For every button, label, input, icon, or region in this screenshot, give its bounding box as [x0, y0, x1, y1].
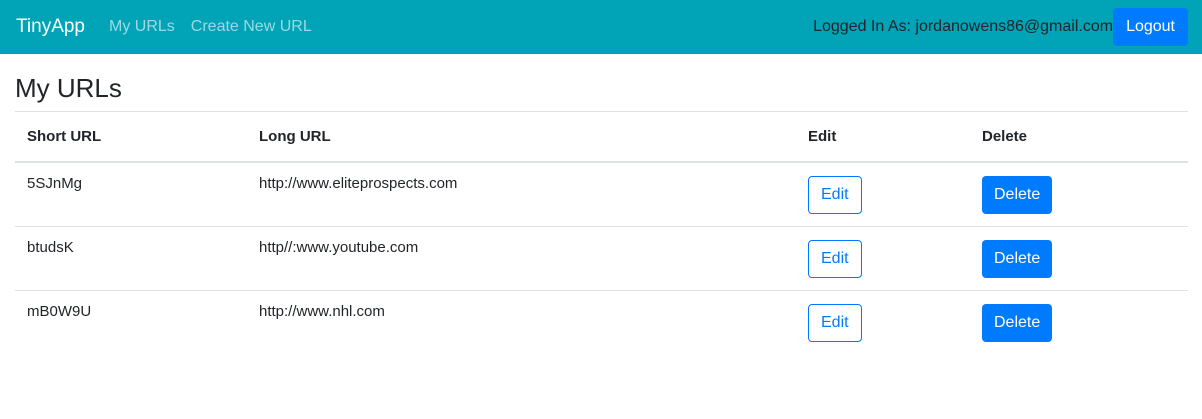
header-short-url: Short URL [15, 111, 247, 163]
long-url: http//:www.youtube.com [247, 225, 796, 290]
table-row: mB0W9U http://www.nhl.com Edit Delete [15, 289, 1188, 354]
delete-button[interactable]: Delete [982, 239, 1053, 278]
long-url: http://www.eliteprospects.com [259, 174, 458, 192]
delete-button[interactable]: Delete [982, 175, 1053, 214]
edit-button[interactable]: Edit [808, 303, 862, 342]
urls-table: Short URL Long URL Edit Delete 5SJnMg ht… [15, 111, 1188, 354]
edit-button[interactable]: Edit [808, 239, 862, 278]
nav-my-urls[interactable]: My URLs [109, 18, 175, 36]
long-url: http://www.nhl.com [247, 289, 796, 354]
header-delete: Delete [970, 111, 1188, 163]
navbar: TinyApp My URLs Create New URL Logged In… [0, 0, 1202, 54]
edit-button[interactable]: Edit [808, 175, 862, 214]
table-row: 5SJnMg http://www.eliteprospects.com Edi… [15, 162, 1188, 227]
table-header: Short URL Long URL Edit Delete [15, 111, 1188, 163]
page-title: My URLs [15, 73, 122, 103]
header-long-url: Long URL [247, 111, 796, 163]
header-edit: Edit [796, 111, 970, 163]
table-row: btudsK http//:www.youtube.com Edit Delet… [15, 225, 1188, 290]
brand-link[interactable]: TinyApp [16, 16, 85, 38]
logged-in-label: Logged In As: jordanowens86@gmail.com [813, 18, 1114, 35]
nav-create-new-url[interactable]: Create New URL [191, 18, 312, 36]
delete-button[interactable]: Delete [982, 303, 1053, 342]
short-url: btudsK [15, 225, 247, 290]
short-url: mB0W9U [15, 289, 247, 354]
short-url: 5SJnMg [27, 174, 83, 192]
logout-button[interactable]: Logout [1113, 8, 1188, 46]
